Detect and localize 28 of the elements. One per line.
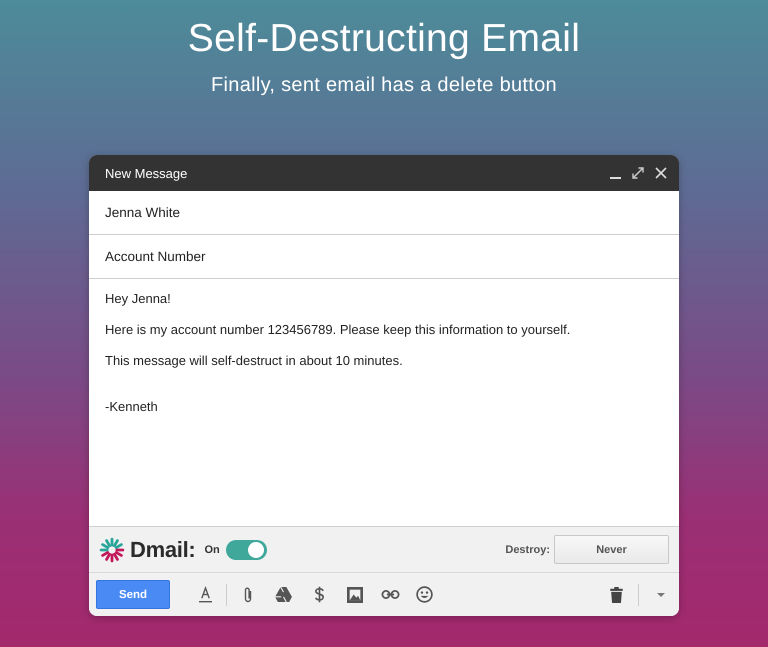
page-subtitle: Finally, sent email has a delete button xyxy=(210,73,558,98)
minimize-icon[interactable] xyxy=(610,176,621,178)
close-icon[interactable] xyxy=(655,167,667,179)
drive-triangle-icon[interactable] xyxy=(275,587,292,602)
message-signature: -Kenneth xyxy=(105,398,159,416)
dmail-logo-icon xyxy=(99,536,125,562)
dmail-brand: Dmail: xyxy=(130,536,196,562)
page-title: Self-Destructing Email xyxy=(188,16,580,62)
expand-icon[interactable] xyxy=(632,167,644,179)
recipient-field[interactable]: Jenna White xyxy=(89,191,679,235)
message-paragraph: This message will self-destruct in about 10 minutes. xyxy=(105,352,404,370)
text-format-icon[interactable] xyxy=(199,586,212,603)
subject-field[interactable]: Account Number xyxy=(89,235,679,279)
paperclip-icon[interactable] xyxy=(243,586,253,604)
message-paragraph: Here is my account number 123456789. Please keep this information to yourself. xyxy=(105,321,572,339)
image-icon[interactable] xyxy=(347,586,363,602)
link-icon[interactable] xyxy=(381,590,400,599)
destroy-label: Destroy: xyxy=(505,544,550,556)
toggle-label: On xyxy=(204,544,220,556)
window-title: New Message xyxy=(105,166,188,180)
message-paragraph: Hey Jenna! xyxy=(105,290,172,308)
emoji-icon[interactable] xyxy=(416,586,433,603)
dollar-icon[interactable] xyxy=(314,586,325,603)
message-body-field[interactable]: Hey Jenna! Here is my account number 123456789. Please keep this information to yourself. This message will self-destruct in about 10 minutes. -Kenneth xyxy=(89,279,679,526)
destroy-timer-button[interactable]: Never xyxy=(554,535,669,564)
dmail-toggle[interactable] xyxy=(226,540,267,560)
trash-icon[interactable] xyxy=(610,586,623,602)
more-options-caret-icon[interactable] xyxy=(657,592,665,596)
